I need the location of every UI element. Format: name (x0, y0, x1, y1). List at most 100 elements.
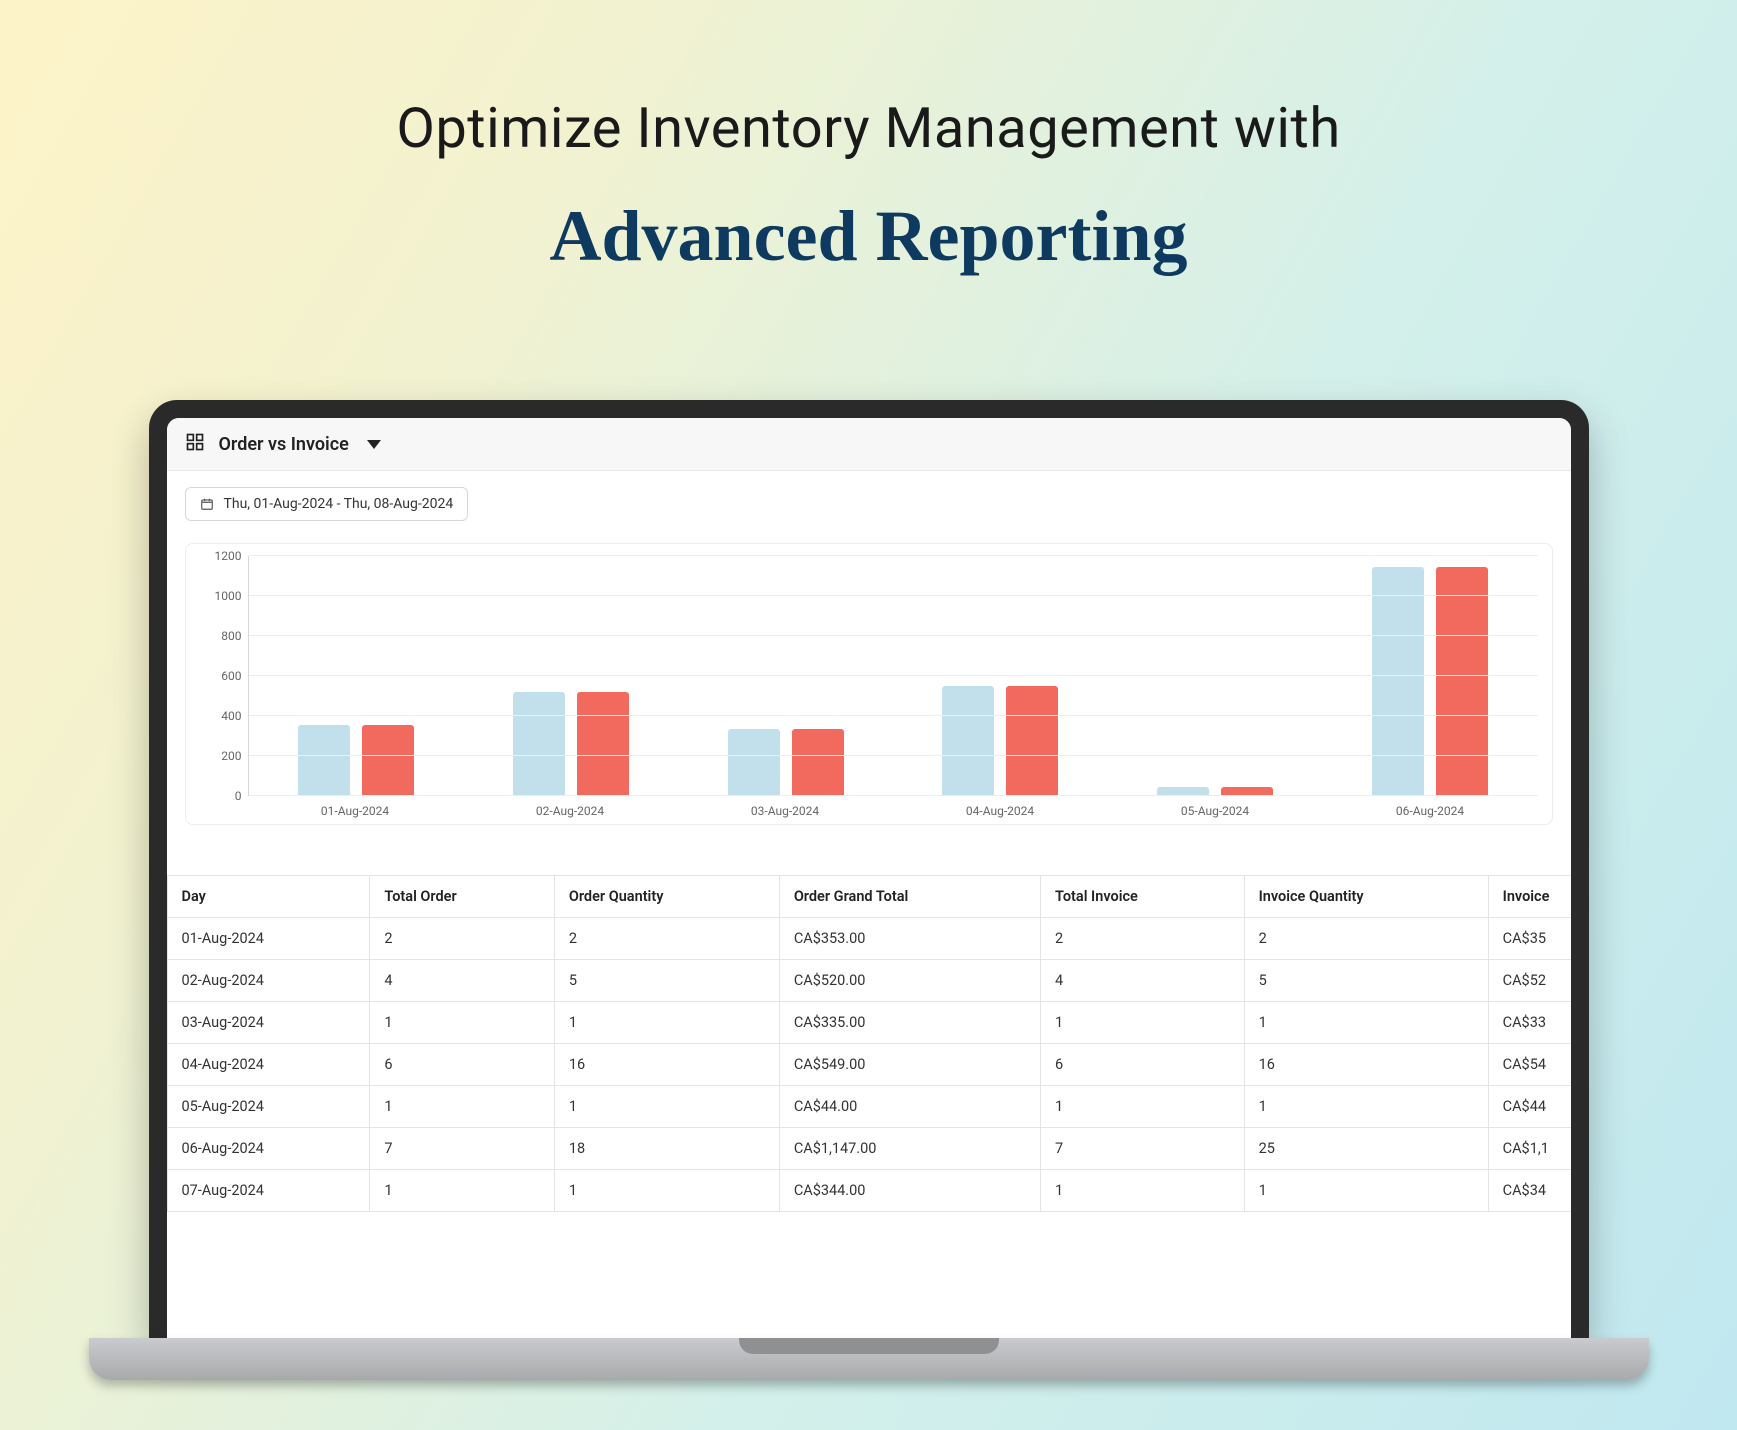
chart-y-tick: 800 (200, 629, 242, 643)
chart-y-tick: 200 (200, 749, 242, 763)
report-selector[interactable]: Order vs Invoice (219, 434, 381, 455)
table-cell: 03-Aug-2024 (167, 1002, 370, 1044)
app-screen: Order vs Invoice Thu, 01-Aug-2024 - Thu,… (167, 418, 1571, 1338)
hero-title: Optimize Inventory Management with (0, 95, 1737, 161)
table-cell: 1 (554, 1086, 779, 1128)
chevron-down-icon (367, 440, 381, 449)
table-cell: 04-Aug-2024 (167, 1044, 370, 1086)
chart-y-tick: 400 (200, 709, 242, 723)
chart-x-label: 01-Aug-2024 (248, 804, 463, 818)
table-cell: CA$549.00 (779, 1044, 1040, 1086)
table-header-cell[interactable]: Order Quantity (554, 876, 779, 918)
table-cell: 2 (1041, 918, 1245, 960)
chart-bar[interactable] (298, 725, 350, 796)
table-cell: 5 (1244, 960, 1488, 1002)
table-cell: 6 (1041, 1044, 1245, 1086)
table-cell: 2 (554, 918, 779, 960)
table-header-cell[interactable]: Invoice Quantity (1244, 876, 1488, 918)
chart-x-label: 05-Aug-2024 (1108, 804, 1323, 818)
table-cell: CA$44.00 (779, 1086, 1040, 1128)
chart-bar[interactable] (1372, 567, 1424, 796)
chart-bar[interactable] (942, 686, 994, 796)
table-cell: 6 (370, 1044, 554, 1086)
table-cell: 1 (370, 1002, 554, 1044)
table-cell: 2 (370, 918, 554, 960)
table-header-cell[interactable]: Total Order (370, 876, 554, 918)
table-row[interactable]: 02-Aug-202445CA$520.0045CA$52 (167, 960, 1571, 1002)
data-table: DayTotal OrderOrder QuantityOrder Grand … (167, 875, 1571, 1212)
table-cell: 07-Aug-2024 (167, 1170, 370, 1212)
chart-bar[interactable] (728, 729, 780, 796)
table-cell: 18 (554, 1128, 779, 1170)
table-cell: CA$335.00 (779, 1002, 1040, 1044)
bar-group (249, 556, 464, 796)
table-cell: 1 (1244, 1170, 1488, 1212)
chart-plot-area (248, 556, 1538, 796)
table-row[interactable]: 04-Aug-2024616CA$549.00616CA$54 (167, 1044, 1571, 1086)
table-cell: 1 (1041, 1002, 1245, 1044)
table-cell: 1 (1244, 1086, 1488, 1128)
table-cell: 5 (554, 960, 779, 1002)
chart-section: 0 200 400 600 800 1000 1200 01-Aug-202402-Aug-… (167, 521, 1571, 833)
table-cell: 16 (1244, 1044, 1488, 1086)
table-row[interactable]: 01-Aug-202422CA$353.0022CA$35 (167, 918, 1571, 960)
bar-chart: 020040060080010001200 (200, 556, 1538, 796)
table-row[interactable]: 03-Aug-202411CA$335.0011CA$33 (167, 1002, 1571, 1044)
calendar-icon (200, 497, 214, 511)
table-cell: CA$35 (1488, 918, 1570, 960)
table-cell: 7 (1041, 1128, 1245, 1170)
bar-group (678, 556, 893, 796)
chart-y-tick: 1200 (200, 549, 242, 563)
chart-bar[interactable] (1436, 567, 1488, 796)
chart-bar[interactable] (513, 692, 565, 796)
table-row[interactable]: 05-Aug-202411CA$44.0011CA$44 (167, 1086, 1571, 1128)
chart-x-axis-labels: 01-Aug-202402-Aug-202403-Aug-202404-Aug-… (248, 804, 1538, 818)
date-range-picker[interactable]: Thu, 01-Aug-2024 - Thu, 08-Aug-2024 (185, 487, 469, 521)
hero-subtitle: Advanced Reporting (0, 195, 1737, 278)
table-header-cell[interactable]: Total Invoice (1041, 876, 1245, 918)
chart-x-label: 06-Aug-2024 (1323, 804, 1538, 818)
dashboard-grid-icon[interactable] (185, 432, 205, 456)
table-cell: CA$44 (1488, 1086, 1570, 1128)
table-cell: CA$353.00 (779, 918, 1040, 960)
laptop-mockup: Order vs Invoice Thu, 01-Aug-2024 - Thu,… (149, 400, 1589, 1380)
table-cell: 2 (1244, 918, 1488, 960)
table-cell: 1 (554, 1002, 779, 1044)
table-cell: CA$33 (1488, 1002, 1570, 1044)
laptop-base (89, 1338, 1649, 1380)
table-cell: 02-Aug-2024 (167, 960, 370, 1002)
table-cell: 16 (554, 1044, 779, 1086)
table-row[interactable]: 06-Aug-2024718CA$1,147.00725CA$1,1 (167, 1128, 1571, 1170)
table-cell: CA$1,147.00 (779, 1128, 1040, 1170)
table-header-cell[interactable]: Order Grand Total (779, 876, 1040, 918)
bar-group (1108, 556, 1323, 796)
table-row[interactable]: 07-Aug-202411CA$344.0011CA$34 (167, 1170, 1571, 1212)
chart-x-label: 03-Aug-2024 (678, 804, 893, 818)
chart-y-tick: 1000 (200, 589, 242, 603)
chart-y-tick: 600 (200, 669, 242, 683)
chart-bar[interactable] (1006, 686, 1058, 796)
table-cell: 01-Aug-2024 (167, 918, 370, 960)
table-cell: 7 (370, 1128, 554, 1170)
bar-group (893, 556, 1108, 796)
app-header: Order vs Invoice (167, 418, 1571, 471)
table-cell: CA$54 (1488, 1044, 1570, 1086)
chart-bar[interactable] (362, 725, 414, 796)
table-cell: 06-Aug-2024 (167, 1128, 370, 1170)
report-name: Order vs Invoice (219, 434, 349, 455)
table-header-cell[interactable]: Invoice (1488, 876, 1570, 918)
chart-y-tick: 0 (200, 789, 242, 803)
chart-bar[interactable] (577, 692, 629, 796)
table-cell: 25 (1244, 1128, 1488, 1170)
table-cell: 1 (1244, 1002, 1488, 1044)
date-range-label: Thu, 01-Aug-2024 - Thu, 08-Aug-2024 (224, 496, 454, 512)
chart-x-label: 02-Aug-2024 (463, 804, 678, 818)
table-cell: 05-Aug-2024 (167, 1086, 370, 1128)
table-cell: CA$1,1 (1488, 1128, 1570, 1170)
bar-group (1323, 556, 1538, 796)
chart-bar[interactable] (792, 729, 844, 796)
data-table-section: DayTotal OrderOrder QuantityOrder Grand … (167, 875, 1571, 1212)
table-header-cell[interactable]: Day (167, 876, 370, 918)
table-cell: CA$34 (1488, 1170, 1570, 1212)
chart-x-label: 04-Aug-2024 (893, 804, 1108, 818)
